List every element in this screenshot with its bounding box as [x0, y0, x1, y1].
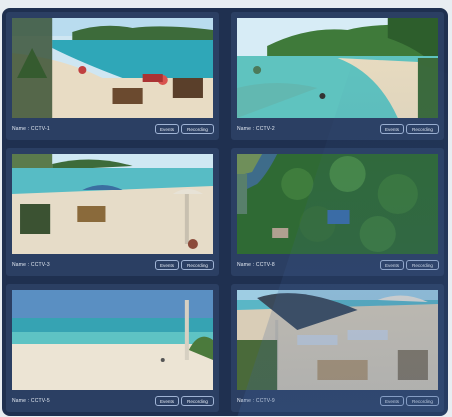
recording-button[interactable]: Recording	[181, 260, 214, 270]
events-button[interactable]: Events	[155, 260, 179, 270]
camera-card-cctv-1: Name : CCTV-1 Events Recording	[6, 12, 219, 140]
recording-button[interactable]: Recording	[181, 396, 214, 406]
camera-feed-cctv-1[interactable]	[12, 18, 213, 118]
camera-name: Name : CCTV-2	[237, 126, 275, 132]
camera-name: Name : CCTV-8	[237, 262, 275, 268]
camera-grid-panel: Name : CCTV-1 Events Recording Name : CC…	[2, 8, 448, 416]
camera-feed-cctv-2[interactable]	[237, 18, 438, 118]
events-button[interactable]: Events	[155, 124, 179, 134]
recording-button[interactable]: Recording	[406, 260, 439, 270]
recording-button[interactable]: Recording	[406, 396, 439, 406]
camera-name: Name : CCTV-5	[12, 398, 50, 404]
camera-feed-cctv-9[interactable]	[237, 290, 438, 390]
events-button[interactable]: Events	[380, 124, 404, 134]
camera-feed-cctv-8[interactable]	[237, 154, 438, 254]
camera-feed-cctv-5[interactable]	[12, 290, 213, 390]
events-button[interactable]: Events	[155, 396, 179, 406]
camera-feed-cctv-3[interactable]	[12, 154, 213, 254]
camera-card-cctv-9: Name : CCTV-9 Events Recording	[231, 284, 444, 412]
camera-name: Name : CCTV-3	[12, 262, 50, 268]
recording-button[interactable]: Recording	[406, 124, 439, 134]
camera-name: Name : CCTV-1	[12, 126, 50, 132]
camera-card-cctv-2: Name : CCTV-2 Events Recording	[231, 12, 444, 140]
events-button[interactable]: Events	[380, 396, 404, 406]
camera-card-cctv-5: Name : CCTV-5 Events Recording	[6, 284, 219, 412]
camera-name: Name : CCTV-9	[237, 398, 275, 404]
camera-card-cctv-3: Name : CCTV-3 Events Recording	[6, 148, 219, 276]
recording-button[interactable]: Recording	[181, 124, 214, 134]
events-button[interactable]: Events	[380, 260, 404, 270]
camera-card-cctv-8: Name : CCTV-8 Events Recording	[231, 148, 444, 276]
